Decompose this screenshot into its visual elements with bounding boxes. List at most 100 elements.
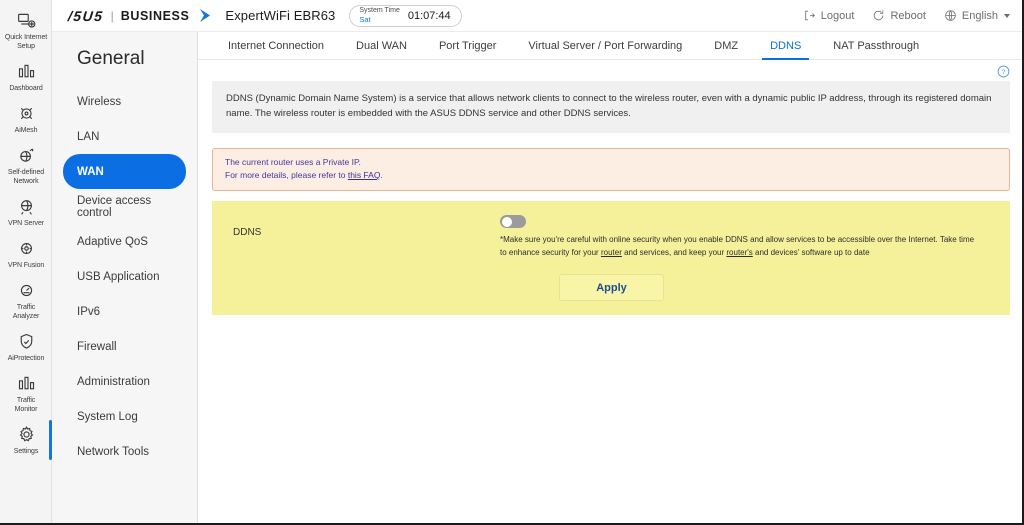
tab-nat-passthrough[interactable]: NAT Passthrough	[817, 32, 935, 59]
menu-item-ipv6[interactable]: IPv6	[63, 294, 186, 329]
rail-item-quick-internet-setup[interactable]: Quick Internet Setup	[0, 4, 52, 55]
menu-item-label: Firewall	[77, 340, 117, 353]
ddns-settings-panel: DDNS *Make sure you're careful with onli…	[212, 201, 1010, 315]
rail-item-self-defined-network[interactable]: Self-defined Network	[0, 139, 52, 190]
rail-item-traffic-monitor[interactable]: Traffic Monitor	[0, 367, 52, 418]
help-circle-icon[interactable]: ?	[997, 65, 1010, 80]
vpn-server-icon	[15, 195, 37, 217]
rail-item-traffic-analyzer[interactable]: Traffic Analyzer	[0, 274, 52, 325]
brand-business-text: BUSINESS	[120, 8, 190, 23]
tab-label: Internet Connection	[228, 39, 325, 52]
globe-icon	[944, 9, 957, 22]
icon-rail-sidebar: Quick Internet Setup Dashboard AiMesh Se…	[0, 0, 52, 523]
warning-line-1: The current router uses a Private IP.	[225, 157, 361, 167]
rail-item-label: VPN Server	[8, 220, 44, 227]
rail-item-dashboard[interactable]: Dashboard	[0, 55, 52, 97]
rail-item-vpn-server[interactable]: VPN Server	[0, 190, 52, 232]
rail-item-label: Self-defined Network	[7, 169, 45, 185]
menu-item-label: IPv6	[77, 305, 101, 318]
warning-line-2-prefix: For more details, please refer to	[225, 170, 348, 180]
system-time-day[interactable]: Sat	[359, 15, 399, 25]
rail-item-label: AiMesh	[14, 127, 38, 134]
tab-internet-connection[interactable]: Internet Connection	[212, 32, 340, 59]
ddns-field-label: DDNS	[233, 227, 262, 238]
menu-item-label: Network Tools	[77, 445, 150, 458]
gear-icon	[15, 423, 37, 445]
menu-item-wireless[interactable]: Wireless	[63, 84, 186, 119]
header-actions: Logout Reboot English	[803, 9, 1010, 22]
menu-item-label: USB Application	[77, 270, 160, 283]
traffic-monitor-icon	[15, 372, 37, 394]
system-time-badge: System Time Sat 01:07:44	[349, 4, 462, 27]
reboot-label: Reboot	[890, 9, 926, 22]
tab-label: Dual WAN	[356, 39, 407, 52]
aiprotection-icon	[15, 330, 37, 352]
menu-item-firewall[interactable]: Firewall	[63, 329, 186, 364]
rail-item-vpn-fusion[interactable]: VPN Fusion	[0, 232, 52, 274]
router-link[interactable]: router	[601, 248, 622, 257]
tab-label: NAT Passthrough	[833, 39, 920, 52]
logout-button[interactable]: Logout	[803, 9, 855, 22]
menu-item-label: Adaptive QoS	[77, 235, 148, 248]
router-admin-window: Quick Internet Setup Dashboard AiMesh Se…	[0, 0, 1024, 525]
traffic-analyzer-icon	[15, 279, 37, 301]
logout-label: Logout	[820, 9, 855, 22]
router-model-name: ExpertWiFi EBR63	[225, 8, 336, 23]
brand-logo[interactable]: /5U5 | BUSINESS	[67, 7, 215, 24]
language-selector[interactable]: English	[944, 9, 1010, 22]
rail-item-aiprotection[interactable]: AiProtection	[0, 325, 52, 367]
tab-ddns[interactable]: DDNS	[754, 32, 817, 60]
ddns-description: DDNS (Dynamic Domain Name System) is a s…	[212, 81, 1010, 133]
menu-item-adaptive-qos[interactable]: Adaptive QoS	[63, 224, 186, 259]
menu-item-label: Device access control	[77, 194, 152, 219]
menu-item-administration[interactable]: Administration	[63, 364, 186, 399]
system-time-clock: 01:07:44	[407, 9, 451, 22]
warning-line-2: For more details, please refer to this F…	[225, 169, 997, 182]
dashboard-icon	[15, 60, 37, 82]
reboot-icon	[872, 9, 885, 22]
menu-item-device-access-control[interactable]: Device access control	[63, 189, 186, 224]
rail-item-label: Quick Internet Setup	[4, 34, 48, 50]
brand-divider: |	[110, 8, 114, 23]
chevron-down-icon	[1004, 13, 1010, 18]
ddns-security-note: *Make sure you're careful with online se…	[500, 233, 978, 259]
menu-item-wan[interactable]: WAN	[63, 154, 186, 189]
reboot-button[interactable]: Reboot	[872, 9, 926, 22]
quick-setup-icon	[15, 9, 37, 31]
menu-item-label: Wireless	[77, 95, 122, 108]
tab-port-trigger[interactable]: Port Trigger	[423, 32, 512, 59]
rail-item-aimesh[interactable]: AiMesh	[0, 97, 52, 139]
rail-item-label: VPN Fusion	[7, 262, 45, 269]
self-defined-network-icon	[15, 144, 37, 166]
logout-icon	[803, 9, 816, 22]
menu-item-label: LAN	[77, 130, 100, 143]
vpn-fusion-icon	[15, 237, 37, 259]
menu-item-label: Administration	[77, 375, 150, 388]
tab-label: DMZ	[714, 39, 739, 52]
menu-item-system-log[interactable]: System Log	[63, 399, 186, 434]
rail-item-label: Traffic Analyzer	[12, 304, 40, 320]
wan-tab-bar: Internet Connection Dual WAN Port Trigge…	[198, 32, 1022, 60]
menu-item-label: System Log	[77, 410, 138, 423]
menu-item-network-tools[interactable]: Network Tools	[63, 434, 186, 469]
rail-item-label: Traffic Monitor	[14, 397, 38, 413]
faq-link[interactable]: this FAQ	[348, 170, 381, 180]
tab-virtual-server-port-forwarding[interactable]: Virtual Server / Port Forwarding	[512, 32, 698, 59]
rail-item-settings[interactable]: Settings	[0, 418, 52, 460]
note-part-2: and services, and keep your	[621, 248, 727, 257]
apply-button[interactable]: Apply	[559, 274, 664, 301]
menu-item-lan[interactable]: LAN	[63, 119, 186, 154]
rail-item-label: AiProtection	[7, 355, 45, 362]
private-ip-warning: The current router uses a Private IP. Fo…	[212, 148, 1010, 191]
tab-dmz[interactable]: DMZ	[698, 32, 754, 59]
menu-item-usb-application[interactable]: USB Application	[63, 259, 186, 294]
routers-link[interactable]: router's	[726, 248, 752, 257]
asus-logo-text: /5U5	[67, 7, 105, 24]
tab-label: Port Trigger	[438, 39, 497, 52]
menu-item-label: WAN	[77, 165, 104, 178]
svg-text:?: ?	[1002, 69, 1006, 76]
warning-line-2-suffix: .	[380, 170, 383, 180]
ddns-enable-toggle[interactable]	[500, 215, 526, 228]
ddns-content-area: ? DDNS (Dynamic Domain Name System) is a…	[198, 60, 1022, 523]
tab-dual-wan[interactable]: Dual WAN	[340, 32, 423, 59]
